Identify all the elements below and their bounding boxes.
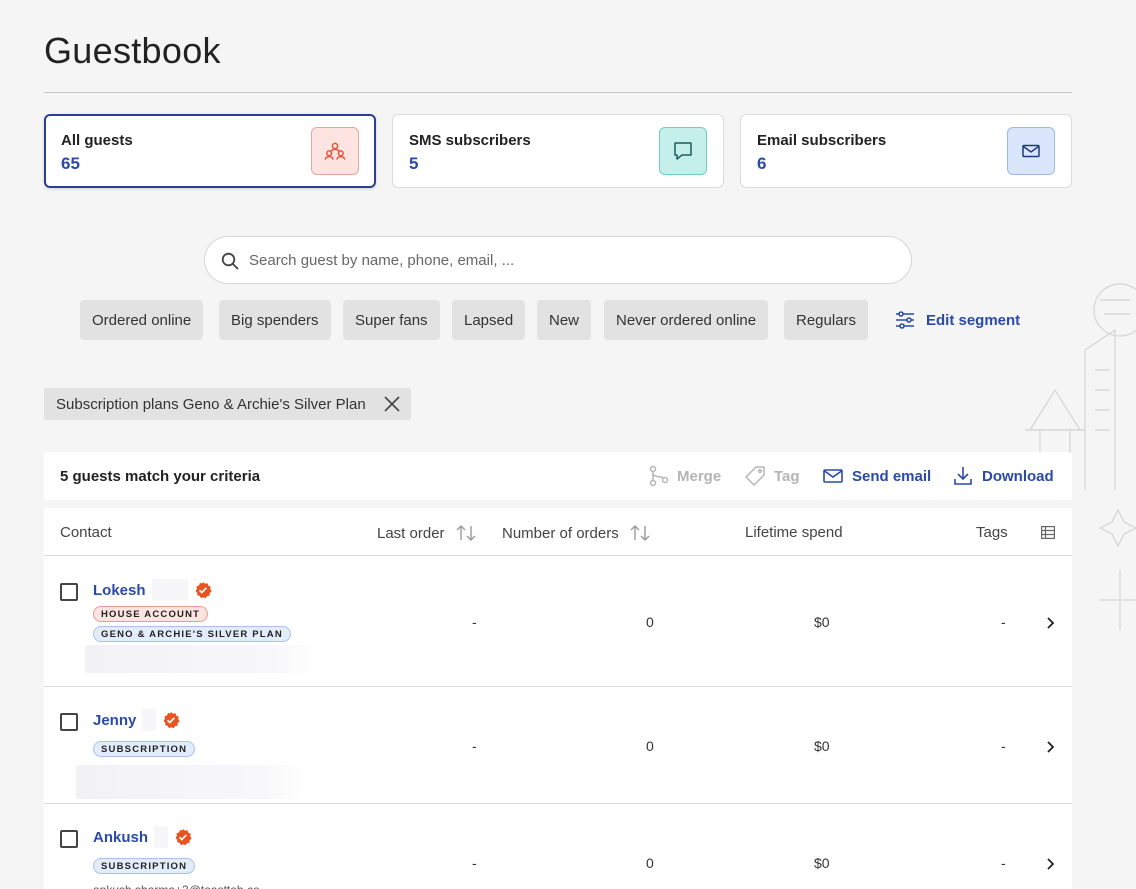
column-number-of-orders[interactable]: Number of orders: [502, 524, 651, 542]
chat-bubble-icon: [659, 127, 707, 175]
card-label: All guests: [61, 132, 133, 149]
merge-icon: [649, 465, 669, 487]
redacted-contact-info: [85, 645, 321, 673]
close-icon[interactable]: [383, 395, 401, 413]
cell-tags: -: [1001, 855, 1006, 871]
card-label: SMS subscribers: [409, 132, 531, 149]
card-email-subscribers[interactable]: Email subscribers 6: [740, 114, 1072, 188]
edit-segment-button[interactable]: Edit segment: [894, 300, 1020, 340]
cell-num-orders: 0: [646, 614, 654, 630]
edit-segment-label: Edit segment: [926, 311, 1021, 329]
page-title: Guestbook: [44, 30, 221, 71]
contact-name[interactable]: Lokesh: [93, 582, 146, 599]
badge-subscription: SUBSCRIPTION: [93, 858, 196, 874]
envelope-icon: [823, 469, 843, 483]
guests-table: Contact Last order Number of orders Life…: [44, 508, 1072, 889]
search-bar: [204, 236, 912, 284]
cell-num-orders: 0: [646, 738, 654, 754]
card-sms-subscribers[interactable]: SMS subscribers 5: [392, 114, 724, 188]
match-count: 5 guests match your criteria: [60, 468, 261, 485]
segment-chip[interactable]: Never ordered online: [604, 300, 769, 340]
column-tags: Tags: [976, 524, 1008, 541]
segment-chip[interactable]: Big spenders: [219, 300, 331, 340]
merge-label: Merge: [677, 467, 722, 485]
verified-icon: [163, 712, 180, 729]
contact-email: ankush.sharma+3@toasttab.co: [93, 883, 260, 889]
sort-icon: [456, 525, 476, 541]
search-input[interactable]: [249, 237, 889, 283]
contact-name[interactable]: Jenny: [93, 712, 136, 729]
contact-name[interactable]: Ankush: [93, 829, 148, 846]
table-header: Contact Last order Number of orders Life…: [44, 508, 1072, 556]
badge-plan: GENO & ARCHIE'S SILVER PLAN: [93, 626, 291, 642]
verified-icon: [195, 582, 212, 599]
column-lifetime-spend: Lifetime spend: [745, 524, 843, 541]
download-button[interactable]: Download: [952, 452, 1054, 500]
tag-label: Tag: [774, 467, 800, 485]
active-filter-label: Subscription plans Geno & Archie's Silve…: [56, 395, 366, 413]
cell-last-order: -: [472, 614, 477, 630]
contact-name-line: Jenny: [93, 709, 180, 731]
envelope-icon: [1007, 127, 1055, 175]
column-contact: Contact: [60, 524, 112, 541]
chevron-right-icon[interactable]: [1045, 616, 1055, 630]
row-checkbox[interactable]: [60, 830, 78, 848]
row-checkbox[interactable]: [60, 713, 78, 731]
table-toolbar: 5 guests match your criteria Merge Tag S…: [44, 452, 1072, 500]
column-label: Last order: [377, 524, 445, 542]
redacted-surname: [151, 579, 188, 601]
row-checkbox[interactable]: [60, 583, 78, 601]
card-all-guests[interactable]: All guests 65: [44, 114, 376, 188]
cell-lifetime-spend: $0: [814, 614, 830, 630]
sliders-icon: [896, 311, 914, 329]
table-row[interactable]: Ankush SUBSCRIPTION ankush.sharma+3@toas…: [44, 804, 1072, 889]
sort-icon: [630, 525, 650, 541]
cell-tags: -: [1001, 614, 1006, 630]
tag-button[interactable]: Tag: [744, 452, 800, 500]
merge-button[interactable]: Merge: [649, 452, 721, 500]
segment-chip[interactable]: Super fans: [343, 300, 440, 340]
badge-subscription: SUBSCRIPTION: [93, 741, 196, 757]
title-divider: [44, 92, 1072, 93]
contact-name-line: Lokesh: [93, 579, 212, 601]
column-label: Number of orders: [502, 524, 619, 542]
column-last-order[interactable]: Last order: [377, 524, 477, 542]
verified-icon: [175, 829, 192, 846]
cell-last-order: -: [472, 855, 477, 871]
segment-chip[interactable]: New: [537, 300, 592, 340]
download-label: Download: [982, 467, 1054, 485]
segment-chip[interactable]: Ordered online: [80, 300, 204, 340]
badge-house-account: HOUSE ACCOUNT: [93, 606, 209, 622]
table-columns-icon[interactable]: [1041, 526, 1055, 539]
download-icon: [954, 467, 972, 485]
active-filter-chip: Subscription plans Geno & Archie's Silve…: [44, 388, 411, 420]
cell-tags: -: [1001, 738, 1006, 754]
cell-lifetime-spend: $0: [814, 855, 830, 871]
redacted-contact-info: [76, 765, 310, 799]
cell-num-orders: 0: [646, 855, 654, 871]
table-row[interactable]: Lokesh HOUSE ACCOUNT GENO & ARCHIE'S SIL…: [44, 557, 1072, 687]
cell-lifetime-spend: $0: [814, 738, 830, 754]
chevron-right-icon[interactable]: [1045, 740, 1055, 754]
redacted-surname: [142, 709, 157, 731]
chevron-right-icon[interactable]: [1045, 857, 1055, 871]
segment-chip[interactable]: Regulars: [784, 300, 869, 340]
card-count: 5: [409, 154, 419, 173]
segment-chip[interactable]: Lapsed: [452, 300, 526, 340]
card-count: 6: [757, 154, 767, 173]
segment-chips: Ordered online Big spenders Super fans L…: [0, 300, 1136, 340]
card-label: Email subscribers: [757, 132, 887, 149]
search-icon: [221, 252, 239, 270]
table-row[interactable]: Jenny SUBSCRIPTION - 0 $0 -: [44, 687, 1072, 804]
cell-last-order: -: [472, 738, 477, 754]
tag-icon: [745, 466, 765, 486]
redacted-surname: [154, 826, 169, 848]
card-count: 65: [61, 154, 80, 173]
users-icon: [311, 127, 359, 175]
send-email-label: Send email: [852, 467, 932, 485]
summary-cards: All guests 65 SMS subscribers 5 Email su…: [44, 114, 1072, 188]
contact-name-line: Ankush: [93, 826, 192, 848]
send-email-button[interactable]: Send email: [822, 452, 931, 500]
